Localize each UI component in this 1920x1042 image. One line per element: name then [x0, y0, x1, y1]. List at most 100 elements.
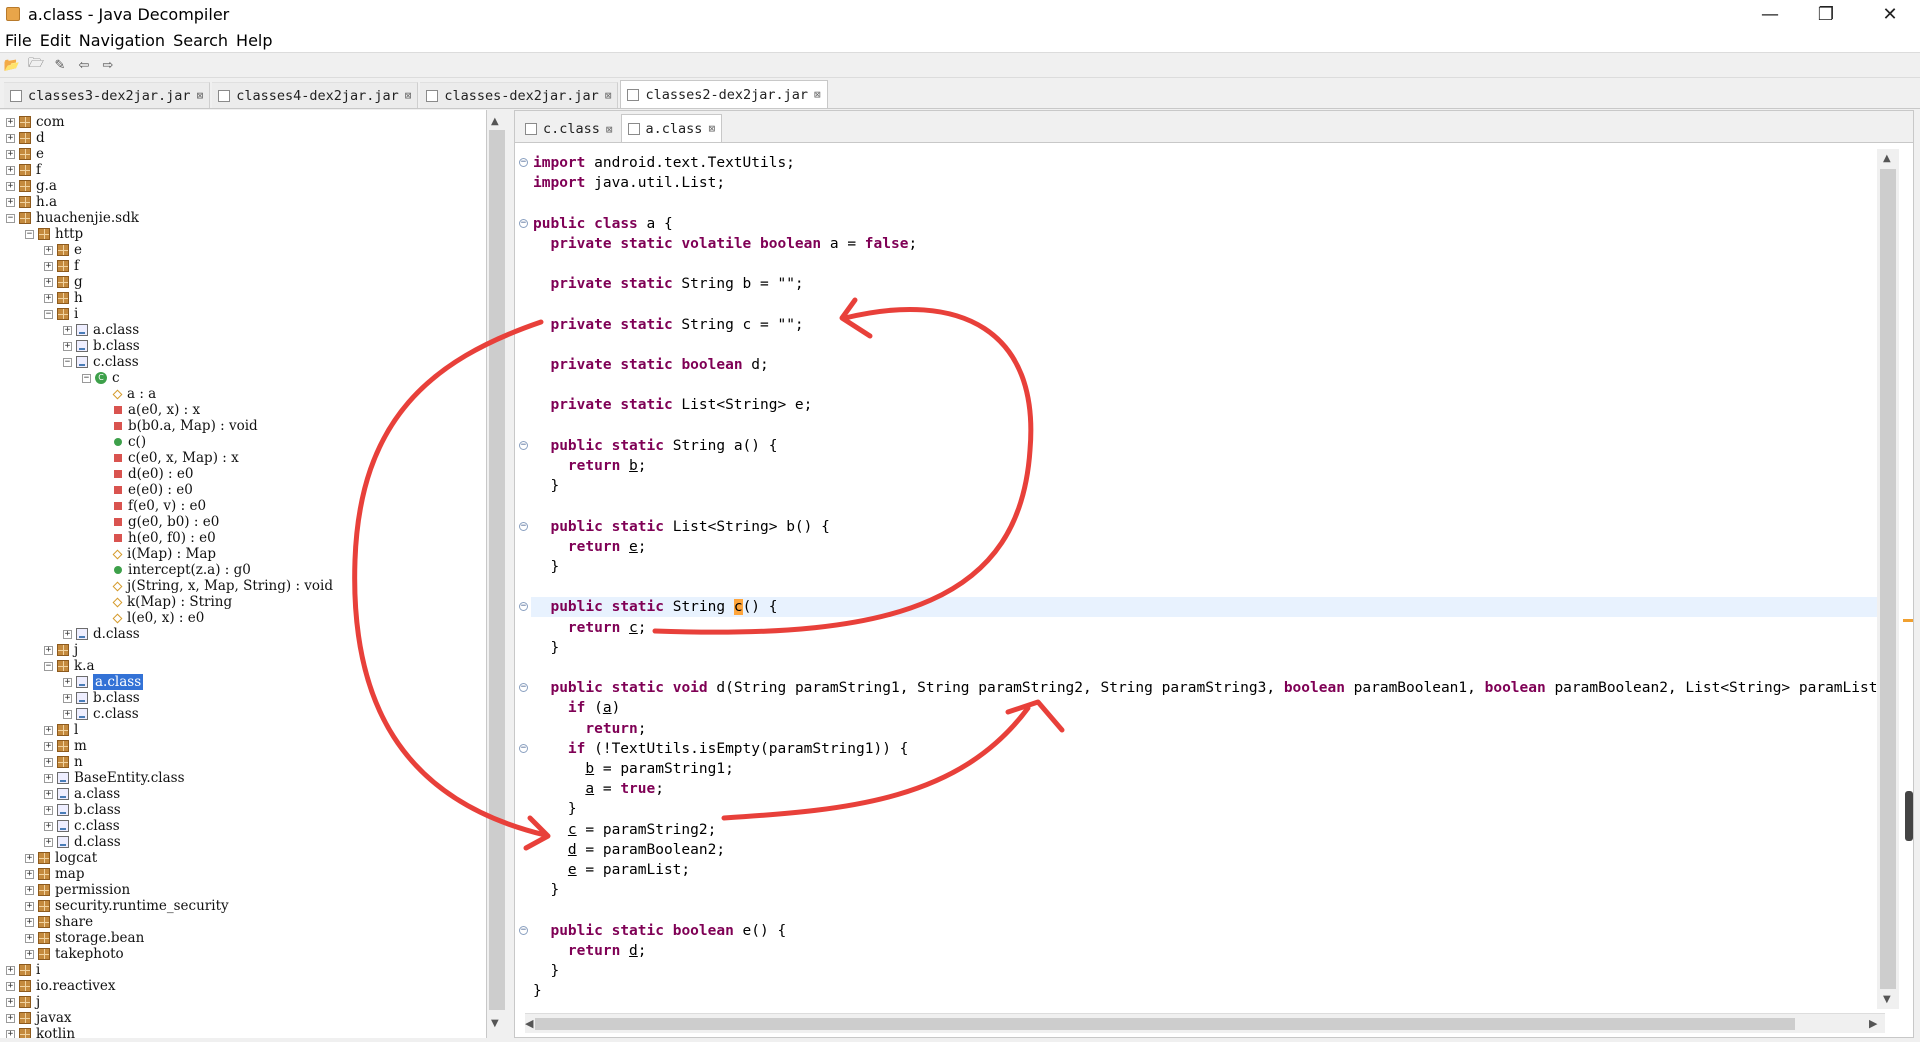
- source-tab-0[interactable]: c.class ⊠: [519, 116, 619, 142]
- fold-toggle-icon[interactable]: −: [519, 743, 528, 753]
- h-scroll-thumb[interactable]: [535, 1018, 1795, 1030]
- tree-node[interactable]: + security.runtime_security: [25, 898, 229, 914]
- fold-toggle-icon[interactable]: −: [519, 218, 528, 228]
- tree-scroll-thumb[interactable]: [489, 130, 505, 1010]
- code-line[interactable]: public static boolean e() {: [533, 921, 786, 941]
- code-line[interactable]: }: [533, 476, 559, 496]
- tree-node[interactable]: k(Map) : String: [101, 594, 232, 610]
- code-line[interactable]: public static String c() {: [533, 597, 777, 617]
- tree-node[interactable]: − k.a: [44, 658, 95, 674]
- expand-icon[interactable]: +: [63, 709, 72, 719]
- minimize-button[interactable]: —: [1742, 0, 1798, 28]
- tree-node[interactable]: − c.class: [63, 354, 139, 370]
- expand-icon[interactable]: +: [44, 741, 53, 751]
- expand-icon[interactable]: +: [6, 165, 15, 175]
- code-line[interactable]: c = paramString2;: [533, 820, 716, 840]
- tree-node[interactable]: + g: [44, 274, 83, 290]
- collapse-icon[interactable]: −: [6, 213, 15, 223]
- expand-icon[interactable]: +: [6, 981, 15, 991]
- close-tab-icon[interactable]: ⊠: [605, 89, 612, 102]
- code-line[interactable]: private static String b = "";: [533, 274, 803, 294]
- menu-search[interactable]: Search: [173, 31, 228, 50]
- expand-icon[interactable]: +: [44, 725, 53, 735]
- jar-tab-3[interactable]: classes2-dex2jar.jar ⊠: [620, 80, 828, 108]
- tree-node[interactable]: + j: [6, 994, 40, 1010]
- menu-file[interactable]: File: [5, 31, 32, 50]
- expand-icon[interactable]: +: [44, 645, 53, 655]
- tree-node[interactable]: + e: [6, 146, 44, 162]
- tree-node[interactable]: d(e0) : e0: [101, 466, 193, 482]
- tree-node[interactable]: + f: [6, 162, 41, 178]
- tree-node[interactable]: + h: [44, 290, 83, 306]
- tree-node[interactable]: b(b0.a, Map) : void: [101, 418, 258, 434]
- menu-edit[interactable]: Edit: [40, 31, 71, 50]
- tree-node[interactable]: + c.class: [44, 818, 120, 834]
- code-line[interactable]: public static List<String> b() {: [533, 517, 829, 537]
- expand-icon[interactable]: +: [6, 181, 15, 191]
- back-icon[interactable]: ⇦: [75, 56, 93, 74]
- tree-node[interactable]: + g.a: [6, 178, 57, 194]
- scroll-down-icon[interactable]: ▼: [491, 1018, 499, 1029]
- tree-node[interactable]: + storage.bean: [25, 930, 144, 946]
- tree-node[interactable]: a(e0, x) : x: [101, 402, 200, 418]
- tree-node[interactable]: − http: [25, 226, 83, 242]
- tree-node[interactable]: + d.class: [63, 626, 140, 642]
- code-line[interactable]: public static void d(String paramString1…: [533, 678, 1877, 698]
- code-line[interactable]: }: [533, 638, 559, 658]
- code-line[interactable]: return;: [533, 719, 646, 739]
- expand-icon[interactable]: +: [25, 885, 34, 895]
- expand-icon[interactable]: +: [6, 965, 15, 975]
- tree-node[interactable]: + i: [6, 962, 40, 978]
- tree-node[interactable]: i(Map) : Map: [101, 546, 216, 562]
- close-tab-icon[interactable]: ⊠: [606, 123, 613, 136]
- code-line[interactable]: import android.text.TextUtils;: [533, 153, 795, 173]
- code-horizontal-scrollbar[interactable]: ◀ ▶: [525, 1013, 1885, 1033]
- expand-icon[interactable]: +: [25, 917, 34, 927]
- fold-toggle-icon[interactable]: −: [519, 158, 528, 167]
- tree-node[interactable]: h(e0, f0) : e0: [101, 530, 216, 546]
- scroll-left-icon[interactable]: ◀: [525, 1017, 533, 1030]
- code-line[interactable]: return d;: [533, 941, 647, 961]
- tree-node[interactable]: + kotlin: [6, 1026, 75, 1038]
- collapse-icon[interactable]: −: [82, 373, 91, 383]
- expand-icon[interactable]: +: [6, 197, 15, 207]
- code-line[interactable]: if (!TextUtils.isEmpty(paramString1)) {: [533, 739, 908, 759]
- tree-node[interactable]: + logcat: [25, 850, 97, 866]
- code-line[interactable]: return c;: [533, 618, 647, 638]
- tree-node[interactable]: + j: [44, 642, 78, 658]
- code-line[interactable]: if (a): [533, 698, 620, 718]
- tree-node[interactable]: − i: [44, 306, 78, 322]
- expand-icon[interactable]: +: [63, 325, 72, 335]
- tree-node[interactable]: − Cc: [82, 370, 120, 386]
- code-scroll-thumb[interactable]: [1880, 169, 1896, 989]
- tree-node[interactable]: g(e0, b0) : e0: [101, 514, 219, 530]
- tree-node[interactable]: + javax: [6, 1010, 72, 1026]
- code-line[interactable]: public static String a() {: [533, 436, 777, 456]
- expand-icon[interactable]: +: [44, 837, 53, 847]
- code-line[interactable]: }: [533, 961, 559, 981]
- close-tab-icon[interactable]: ⊠: [405, 89, 412, 102]
- expand-icon[interactable]: +: [63, 629, 72, 639]
- menu-help[interactable]: Help: [236, 31, 272, 50]
- expand-icon[interactable]: +: [25, 853, 34, 863]
- tree-node[interactable]: + share: [25, 914, 93, 930]
- tree-node[interactable]: + m: [44, 738, 87, 754]
- tree-node[interactable]: + a.class: [63, 674, 144, 690]
- tree-node[interactable]: + n: [44, 754, 83, 770]
- code-line[interactable]: private static boolean d;: [533, 355, 768, 375]
- expand-icon[interactable]: +: [44, 757, 53, 767]
- tree-node[interactable]: + d: [6, 130, 45, 146]
- tree-node[interactable]: + permission: [25, 882, 130, 898]
- expand-icon[interactable]: +: [63, 677, 72, 687]
- fold-toggle-icon[interactable]: −: [519, 925, 528, 935]
- code-line[interactable]: public class a {: [533, 214, 673, 234]
- collapse-icon[interactable]: −: [44, 661, 53, 671]
- tree-node[interactable]: + BaseEntity.class: [44, 770, 185, 786]
- collapse-icon[interactable]: −: [63, 357, 72, 367]
- expand-icon[interactable]: +: [6, 997, 15, 1007]
- scroll-right-icon[interactable]: ▶: [1869, 1017, 1877, 1030]
- scroll-down-icon[interactable]: ▼: [1883, 994, 1891, 1005]
- expand-icon[interactable]: +: [44, 261, 53, 271]
- tree-node[interactable]: l(e0, x) : e0: [101, 610, 204, 626]
- code-line[interactable]: private static volatile boolean a = fals…: [533, 234, 917, 254]
